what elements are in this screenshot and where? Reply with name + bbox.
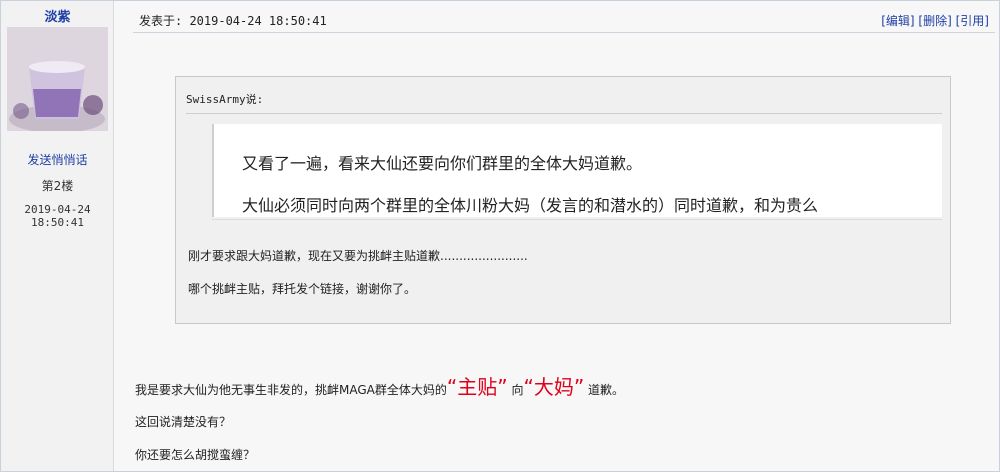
reply-text: 道歉。 <box>588 383 625 397</box>
edit-link[interactable]: [编辑] <box>881 14 914 28</box>
delete-link[interactable]: [删除] <box>918 14 951 28</box>
quote-divider <box>186 113 942 114</box>
nested-quote: 又看了一遍，看来大仙还要向你们群里的全体大妈道歉。 大仙必须同时向两个群里的全体… <box>212 124 942 217</box>
author-post-date: 2019-04-24 <box>24 203 91 216</box>
quote-author: SwissArmy说: <box>186 93 264 106</box>
author-panel: 淡紫 发送悄悄话 第2楼 2019-04-24 18:50:41 <box>1 1 114 471</box>
avatar <box>7 27 108 131</box>
reply-text: 向 <box>511 383 524 397</box>
quote-line: 哪个挑衅主贴，拜托发个链接，谢谢你了。 <box>188 282 417 296</box>
post-container: 淡紫 发送悄悄话 第2楼 2019-04-24 18:50:41 发表于: 20… <box>0 0 1000 472</box>
highlight-main-post: “主贴” <box>446 375 508 399</box>
reply-text: 我是要求大仙为他无事生非发的，挑衅MAGA群全体大妈的 <box>135 383 447 397</box>
nested-quote-bottom <box>212 219 942 220</box>
nested-quote-line: 又看了一遍，看来大仙还要向你们群里的全体大妈道歉。 <box>242 154 643 173</box>
reply-line-1: 我是要求大仙为他无事生非发的，挑衅MAGA群全体大妈的“主贴” 向“大妈” 道歉… <box>135 371 624 400</box>
reply-line-3: 你还要怎么胡搅蛮缠？ <box>135 448 256 462</box>
quote-block: SwissArmy说: 又看了一遍，看来大仙还要向你们群里的全体大妈道歉。 大仙… <box>175 76 951 324</box>
posted-at: 发表于: 2019-04-24 18:50:41 <box>139 14 327 28</box>
author-name[interactable]: 淡紫 <box>1 6 114 25</box>
post-actions: [编辑] [删除] [引用] <box>881 12 989 29</box>
post-header: 发表于: 2019-04-24 18:50:41 [编辑] [删除] [引用] <box>133 7 995 33</box>
floor-number: 第2楼 <box>41 179 74 193</box>
author-post-time: 2019-04-24 18:50:41 <box>1 203 114 229</box>
quote-line: 刚才要求跟大妈道歉，现在又要为挑衅主贴道歉...................… <box>188 249 528 263</box>
reply-line-2: 这回说清楚没有？ <box>135 415 232 429</box>
nested-quote-line: 大仙必须同时向两个群里的全体川粉大妈（发言的和潜水的）同时道歉，和为贵么 <box>242 196 819 215</box>
highlight-auntie: “大妈” <box>523 375 585 399</box>
quote-link[interactable]: [引用] <box>956 14 989 28</box>
send-message-link[interactable]: 发送悄悄话 <box>1 151 114 168</box>
author-post-clock: 18:50:41 <box>31 216 84 229</box>
